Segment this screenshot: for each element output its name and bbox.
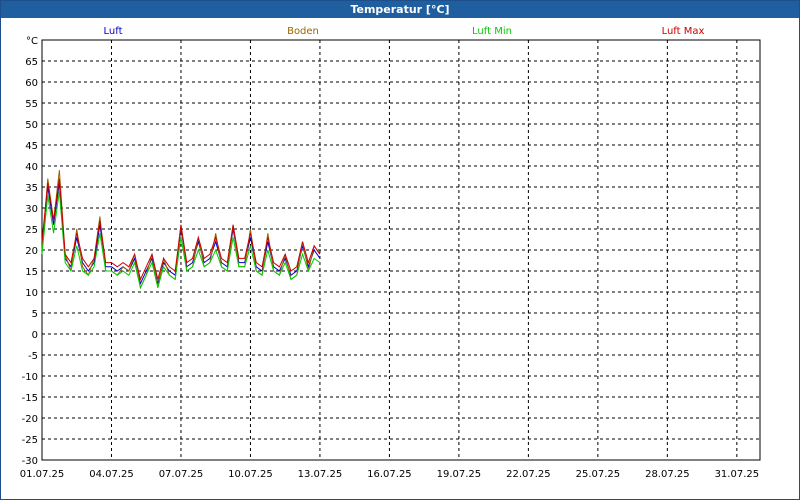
x-tick-label: 01.07.25 [20,469,65,480]
y-tick-label: -30 [22,456,38,467]
legend-entry: Luft [104,26,123,37]
legend-entry: Boden [287,26,319,37]
y-tick-label: 45 [25,141,38,152]
temperature-chart: Luft Boden Luft Min Luft Max 65605550454035… [20,26,761,480]
y-tick-label: 10 [25,288,38,299]
y-tick-label: 35 [25,183,38,194]
y-tick-label: 55 [25,99,38,110]
y-tick-label: -5 [28,351,38,362]
y-tick-label: 65 [25,57,38,68]
y-tick-label: 50 [25,120,38,131]
y-tick-label: -10 [22,372,38,383]
y-axis-unit: °C [26,36,38,47]
y-tick-label: 20 [25,246,38,257]
y-tick-label: -15 [22,393,38,404]
y-tick-label: 0 [32,330,38,341]
y-tick-label: 5 [32,309,38,320]
x-tick-label: 31.07.25 [715,469,760,480]
x-tick-label: 19.07.25 [437,469,482,480]
x-tick-label: 22.07.25 [506,469,551,480]
plot-area [41,39,761,461]
x-tick-label: 16.07.25 [367,469,412,480]
y-tick-label: -25 [22,435,38,446]
x-tick-label: 13.07.25 [298,469,343,480]
x-tick-label: 07.07.25 [159,469,204,480]
legend-entry: Luft Min [472,26,512,37]
y-tick-label: 25 [25,225,38,236]
y-tick-label: 60 [25,78,38,89]
y-tick-label: -20 [22,414,38,425]
x-tick-label: 10.07.25 [228,469,273,480]
x-tick-label: 04.07.25 [89,469,134,480]
series-line-luft-min [41,191,321,290]
y-tick-label: 40 [25,162,38,173]
legend-entry: Luft Max [662,26,705,37]
x-tick-label: 25.07.25 [576,469,621,480]
x-tick-label: 28.07.25 [645,469,690,480]
y-tick-label: 15 [25,267,38,278]
y-tick-label: 30 [25,204,38,215]
